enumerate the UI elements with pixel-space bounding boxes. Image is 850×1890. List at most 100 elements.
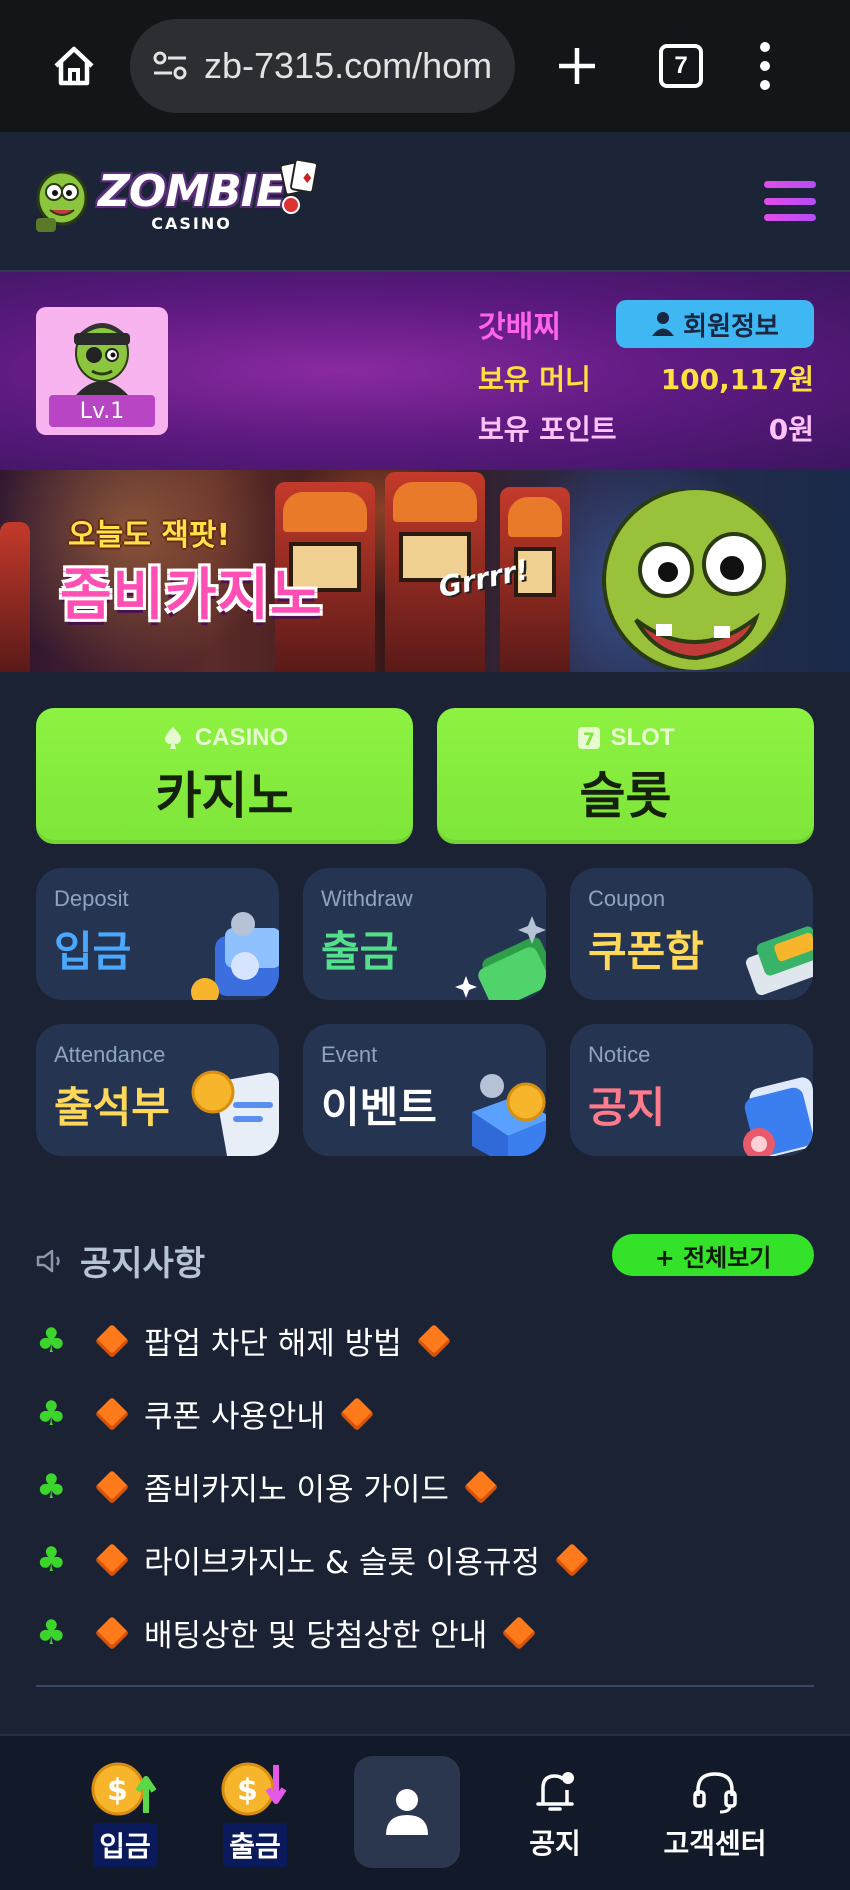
money-row: 보유 머니 100,117원 bbox=[478, 358, 814, 398]
nav-withdraw[interactable]: $ 출금 bbox=[200, 1736, 310, 1890]
user-icon bbox=[386, 1789, 428, 1835]
menu-ko-label: 이벤트 bbox=[321, 1083, 437, 1132]
menu-en-label: Withdraw bbox=[321, 886, 413, 911]
headset-icon bbox=[693, 1772, 737, 1814]
view-all-button[interactable]: + 전체보기 bbox=[612, 1234, 814, 1276]
diamond-icon bbox=[416, 1323, 451, 1358]
menu-ko-label: 출석부 bbox=[54, 1083, 170, 1132]
nav-notice-label: 공지 bbox=[529, 1827, 581, 1860]
notice-item[interactable]: ♣ 라이브카지노 & 슬롯 이용규정 bbox=[36, 1523, 814, 1596]
notice-header: 공지사항 + 전체보기 bbox=[36, 1232, 814, 1284]
browser-toolbar: zb-7315.com/hom 7 bbox=[0, 0, 850, 132]
slot-button[interactable]: 7 SLOT 슬롯 bbox=[437, 708, 814, 844]
notice-item[interactable]: ♣ 쿠폰 사용안내 bbox=[36, 1377, 814, 1450]
member-info-button[interactable]: 회원정보 bbox=[616, 300, 814, 348]
point-row: 보유 포인트 0원 bbox=[478, 408, 814, 448]
nav-withdraw-label: 출금 bbox=[223, 1823, 287, 1867]
slot-seven-icon: 7 bbox=[577, 727, 600, 750]
coupon-ticket-icon bbox=[745, 926, 813, 996]
notice-item-text: 팝업 차단 해제 방법 bbox=[144, 1326, 402, 1362]
notice-item[interactable]: ♣ 배팅상한 및 당첨상한 안내 bbox=[36, 1596, 814, 1669]
avatar[interactable]: Lv.1 bbox=[36, 307, 168, 435]
menu-en-label: Attendance bbox=[54, 1042, 166, 1067]
gift-box-icon bbox=[472, 1074, 546, 1156]
nav-my-page[interactable] bbox=[354, 1756, 460, 1868]
menu-en-label: Notice bbox=[588, 1042, 651, 1067]
slot-machine-image bbox=[0, 522, 30, 672]
diamond-icon bbox=[463, 1469, 498, 1504]
notice-section-title: 공지사항 bbox=[80, 1244, 206, 1284]
address-bar[interactable]: zb-7315.com/hom bbox=[130, 19, 515, 113]
playing-cards-icon: ♦ bbox=[279, 158, 319, 214]
menu-en-label: Deposit bbox=[54, 886, 129, 911]
notice-card[interactable]: Notice 공지 bbox=[570, 1024, 813, 1156]
notice-item-text: 라이브카지노 & 슬롯 이용규정 bbox=[144, 1545, 540, 1581]
banner-subtitle: 오늘도 잭팟! bbox=[68, 518, 231, 553]
svg-text:$: $ bbox=[237, 1773, 258, 1808]
notice-item-text: 좀비카지노 이용 가이드 bbox=[144, 1472, 449, 1508]
nav-deposit[interactable]: $ 입금 bbox=[70, 1736, 180, 1890]
wallet-coin-icon bbox=[191, 912, 279, 1000]
coupon-card[interactable]: Coupon 쿠폰함 bbox=[570, 868, 813, 1000]
notice-item-text: 쿠폰 사용안내 bbox=[144, 1399, 325, 1435]
point-label: 보유 포인트 bbox=[478, 413, 617, 446]
user-panel: Lv.1 갓배찌 회원정보 보유 머니 100,117원 보유 포인트 0원 bbox=[0, 272, 850, 470]
more-options-icon[interactable] bbox=[755, 36, 775, 96]
menu-ko-label: 쿠폰함 bbox=[588, 927, 704, 976]
diamond-icon bbox=[95, 1396, 129, 1431]
casino-en-label: CASINO bbox=[194, 724, 289, 751]
new-tab-icon[interactable] bbox=[545, 34, 609, 98]
diamond-icon bbox=[95, 1542, 129, 1577]
money-value: 100,117원 bbox=[660, 363, 814, 396]
bottom-nav: $ 입금 $ 출금 공지 고객센터 bbox=[0, 1734, 850, 1890]
notice-item[interactable]: ♣ 좀비카지노 이용 가이드 bbox=[36, 1450, 814, 1523]
site-settings-icon[interactable] bbox=[150, 46, 190, 86]
bell-icon bbox=[536, 1772, 574, 1811]
attendance-card[interactable]: Attendance 출석부 bbox=[36, 1024, 279, 1156]
url-text: zb-7315.com/hom bbox=[204, 45, 493, 86]
club-icon: ♣ bbox=[36, 1320, 67, 1361]
zombie-logo-icon bbox=[34, 168, 94, 234]
logo-casino-text: CASINO bbox=[151, 214, 232, 233]
megaphone-document-icon bbox=[743, 1077, 813, 1156]
notice-list: ♣ 팝업 차단 해제 방법 ♣ 쿠폰 사용안내 ♣ 좀비카지노 이용 가이드 ♣… bbox=[36, 1304, 814, 1669]
nav-notice[interactable]: 공지 bbox=[505, 1736, 605, 1890]
deposit-card[interactable]: Deposit 입금 bbox=[36, 868, 279, 1000]
zombie-avatar-icon bbox=[74, 323, 130, 395]
home-icon[interactable] bbox=[38, 30, 110, 102]
logo-zombie-text: ZOMBIE bbox=[98, 166, 286, 217]
slot-en-label: SLOT bbox=[610, 724, 675, 751]
speaker-icon bbox=[36, 1249, 60, 1272]
level-badge: Lv.1 bbox=[49, 395, 155, 427]
menu-ko-label: 출금 bbox=[321, 927, 399, 976]
hamburger-menu-icon[interactable] bbox=[764, 181, 816, 221]
nav-support[interactable]: 고객센터 bbox=[640, 1736, 790, 1890]
diamond-icon bbox=[555, 1542, 589, 1577]
event-card[interactable]: Event 이벤트 bbox=[303, 1024, 546, 1156]
menu-ko-label: 공지 bbox=[588, 1083, 666, 1132]
point-value: 0원 bbox=[768, 413, 814, 446]
spade-icon bbox=[164, 727, 181, 749]
site-logo[interactable]: ZOMBIE CASINO ♦ bbox=[34, 158, 319, 234]
notice-item-text: 배팅상한 및 당첨상한 안내 bbox=[144, 1618, 488, 1654]
nav-support-label: 고객센터 bbox=[663, 1827, 767, 1860]
diamond-icon bbox=[502, 1615, 537, 1650]
zombie-mascot-image bbox=[602, 490, 790, 670]
person-icon bbox=[652, 312, 675, 336]
diamond-icon bbox=[340, 1396, 374, 1431]
menu-en-label: Coupon bbox=[588, 886, 666, 911]
club-icon: ♣ bbox=[36, 1539, 67, 1580]
slot-ko-label: 슬롯 bbox=[579, 767, 672, 825]
tab-switcher-button[interactable]: 7 bbox=[659, 44, 703, 88]
notice-item[interactable]: ♣ 팝업 차단 해제 방법 bbox=[36, 1304, 814, 1377]
nav-deposit-label: 입금 bbox=[93, 1823, 157, 1867]
game-buttons: CASINO 카지노 7 SLOT 슬롯 bbox=[36, 708, 814, 844]
coin-deposit-icon: $ bbox=[91, 1762, 157, 1816]
menu-ko-label: 입금 bbox=[54, 927, 132, 976]
casino-button[interactable]: CASINO 카지노 bbox=[36, 708, 413, 844]
member-info-label: 회원정보 bbox=[683, 311, 779, 342]
promo-banner[interactable]: 오늘도 잭팟! 좀비카지노 Grrrr! bbox=[0, 470, 850, 672]
casino-ko-label: 카지노 bbox=[155, 767, 294, 825]
money-label: 보유 머니 bbox=[478, 363, 591, 396]
withdraw-card[interactable]: Withdraw 출금 bbox=[303, 868, 546, 1000]
